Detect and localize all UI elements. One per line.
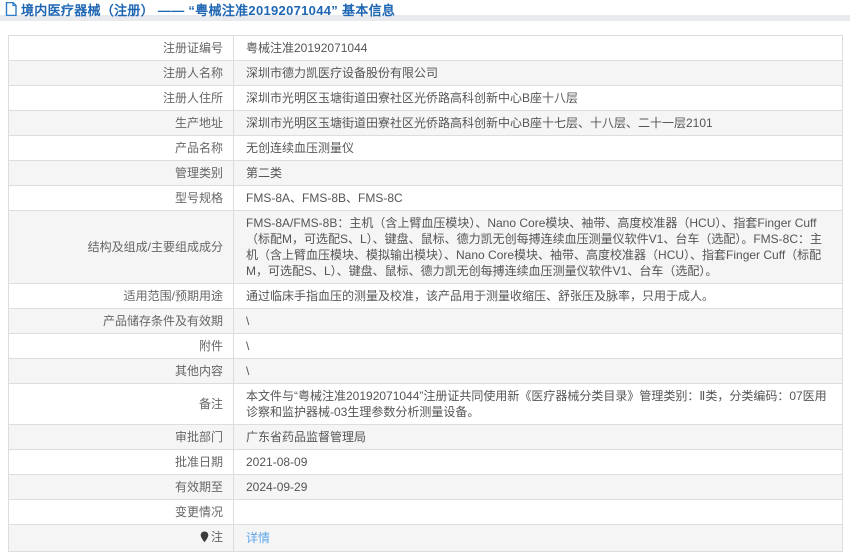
row-value-text: 广东省药品监督管理局 [246,430,366,444]
row-value: 深圳市光明区玉塘街道田寮社区光侨路高科创新中心B座十八层 [234,86,843,111]
row-label-text: 适用范围/预期用途 [124,289,223,303]
table-row: 产品名称 无创连续血压测量仪 [9,136,843,161]
row-label: 适用范围/预期用途 [9,284,234,309]
row-value-text: 深圳市光明区玉塘街道田寮社区光侨路高科创新中心B座十八层 [246,91,578,105]
details-link[interactable]: 详情 [246,531,270,545]
table-row: 注册人名称 深圳市德力凯医疗设备股份有限公司 [9,61,843,86]
row-label-text: 管理类别 [175,166,223,180]
row-label: 管理类别 [9,161,234,186]
table-row: 有效期至 2024-09-29 [9,475,843,500]
table-row: 注册人住所 深圳市光明区玉塘街道田寮社区光侨路高科创新中心B座十八层 [9,86,843,111]
page-title: 境内医疗器械（注册） —— “粤械注准20192071044” 基本信息 [21,0,395,19]
row-label: 备注 [9,384,234,425]
row-value-text: 无创连续血压测量仪 [246,141,354,155]
row-label: 附件 [9,334,234,359]
row-label: 注册人住所 [9,86,234,111]
row-label: 变更情况 [9,500,234,525]
row-value [234,500,843,525]
row-value: 广东省药品监督管理局 [234,425,843,450]
row-value-text: \ [246,314,249,328]
row-label-text: 结构及组成/主要组成成分 [88,240,223,254]
row-label-text: 审批部门 [175,430,223,444]
document-icon [5,2,17,16]
row-label: 批准日期 [9,450,234,475]
table-row: 结构及组成/主要组成成分 FMS-8A/FMS-8B：主机（含上臂血压模块）、Na… [9,211,843,284]
row-value-text: 第二类 [246,166,282,180]
row-value-text: FMS-8A、FMS-8B、FMS-8C [246,191,403,205]
row-value-text: 粤械注准20192071044 [246,41,367,55]
row-label-text: 注 [211,530,223,544]
row-label: 注册证编号 [9,36,234,61]
table-row: 备注 本文件与“粤械注准20192071044”注册证共同使用新《医疗器械分类目录… [9,384,843,425]
table-row: 适用范围/预期用途 通过临床手指血压的测量及校准，该产品用于测量收缩压、舒张压及脉… [9,284,843,309]
row-value: 本文件与“粤械注准20192071044”注册证共同使用新《医疗器械分类目录》管… [234,384,843,425]
row-label: 生产地址 [9,111,234,136]
row-value-text: 2021-08-09 [246,455,307,469]
row-value: FMS-8A/FMS-8B：主机（含上臂血压模块）、Nano Core模块、袖带… [234,211,843,284]
info-table: 注册证编号 粤械注准20192071044 注册人名称 深圳市德力凯医疗设备股份有限公… [8,35,843,552]
row-label: 审批部门 [9,425,234,450]
row-label: 型号规格 [9,186,234,211]
row-label-text: 产品储存条件及有效期 [103,314,223,328]
row-value-text: FMS-8A/FMS-8B：主机（含上臂血压模块）、Nano Core模块、袖带… [246,216,822,278]
row-value-text: \ [246,364,249,378]
row-label-text: 生产地址 [175,116,223,130]
table-row: 管理类别 第二类 [9,161,843,186]
row-value-text: 深圳市光明区玉塘街道田寮社区光侨路高科创新中心B座十七层、十八层、二十一层210… [246,116,713,130]
row-label-text: 附件 [199,339,223,353]
row-value: \ [234,334,843,359]
row-value: 通过临床手指血压的测量及校准，该产品用于测量收缩压、舒张压及脉率，只用于成人。 [234,284,843,309]
row-value: \ [234,359,843,384]
row-label-text: 其他内容 [175,364,223,378]
row-label-text: 注册证编号 [163,41,223,55]
row-value: 深圳市光明区玉塘街道田寮社区光侨路高科创新中心B座十七层、十八层、二十一层210… [234,111,843,136]
page-header: 境内医疗器械（注册） —— “粤械注准20192071044” 基本信息 [0,0,850,21]
row-label: 注 [9,525,234,552]
table-row: 其他内容 \ [9,359,843,384]
row-label: 产品储存条件及有效期 [9,309,234,334]
row-value: 2024-09-29 [234,475,843,500]
row-label-text: 型号规格 [175,191,223,205]
row-label-text: 注册人住所 [163,91,223,105]
pin-icon [200,531,209,547]
row-label: 注册人名称 [9,61,234,86]
row-value: 深圳市德力凯医疗设备股份有限公司 [234,61,843,86]
row-label: 产品名称 [9,136,234,161]
row-value-text: \ [246,339,249,353]
row-label: 结构及组成/主要组成成分 [9,211,234,284]
row-label: 有效期至 [9,475,234,500]
row-value: 2021-08-09 [234,450,843,475]
table-row: 批准日期 2021-08-09 [9,450,843,475]
row-label-text: 批准日期 [175,455,223,469]
row-value-text: 通过临床手指血压的测量及校准，该产品用于测量收缩压、舒张压及脉率，只用于成人。 [246,289,714,303]
row-value-text: 2024-09-29 [246,480,307,494]
row-value: 详情 [234,525,843,552]
row-label-text: 产品名称 [175,141,223,155]
row-label: 其他内容 [9,359,234,384]
row-label-text: 注册人名称 [163,66,223,80]
row-value-text: 深圳市德力凯医疗设备股份有限公司 [246,66,438,80]
row-value: \ [234,309,843,334]
table-row: 附件 \ [9,334,843,359]
row-value: 无创连续血压测量仪 [234,136,843,161]
row-value: 粤械注准20192071044 [234,36,843,61]
table-row: 生产地址 深圳市光明区玉塘街道田寮社区光侨路高科创新中心B座十七层、十八层、二十一… [9,111,843,136]
row-label-text: 有效期至 [175,480,223,494]
row-value-text: 本文件与“粤械注准20192071044”注册证共同使用新《医疗器械分类目录》管… [246,389,827,419]
table-row: 变更情况 [9,500,843,525]
table-row: 产品储存条件及有效期 \ [9,309,843,334]
row-value: FMS-8A、FMS-8B、FMS-8C [234,186,843,211]
table-row: 注 详情 [9,525,843,552]
table-row: 审批部门 广东省药品监督管理局 [9,425,843,450]
row-value: 第二类 [234,161,843,186]
row-label-text: 备注 [199,397,223,411]
table-row: 型号规格 FMS-8A、FMS-8B、FMS-8C [9,186,843,211]
row-label-text: 变更情况 [175,505,223,519]
table-row: 注册证编号 粤械注准20192071044 [9,36,843,61]
